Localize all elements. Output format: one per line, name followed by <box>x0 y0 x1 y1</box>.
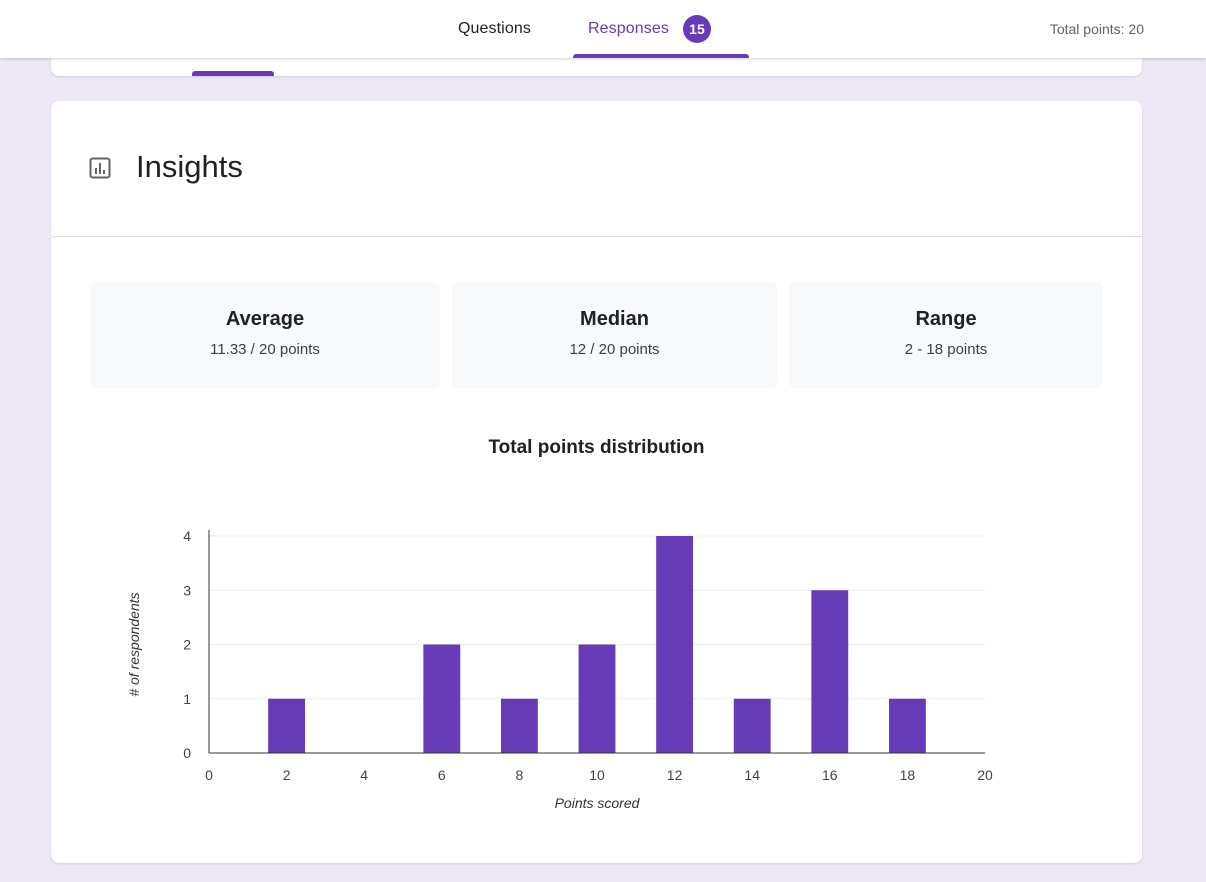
x-tick-label: 18 <box>900 767 916 783</box>
x-tick-label: 6 <box>438 767 446 783</box>
x-axis-title: Points scored <box>555 795 641 811</box>
points-distribution-chart: 012340 2 4 6 8 10 12 14 16 18 20Points scored# of … <box>126 528 993 811</box>
x-tick-label: 10 <box>589 767 605 783</box>
x-tick-label: 4 <box>360 767 368 783</box>
y-tick-label: 1 <box>183 691 191 707</box>
bar <box>656 536 694 753</box>
tab-responses[interactable]: Responses 15 <box>588 0 711 58</box>
y-tick-label: 0 <box>183 745 191 761</box>
top-tab-bar: Questions Responses 15 Total points: 20 <box>0 0 1206 58</box>
tab-questions-label: Questions <box>458 20 531 37</box>
bar <box>733 698 771 753</box>
bar <box>811 590 849 753</box>
y-tick-label: 3 <box>183 582 191 598</box>
x-tick-label: 8 <box>516 767 524 783</box>
active-tab-indicator <box>573 54 749 58</box>
insights-card: Insights Average 11.33 / 20 points Media… <box>51 101 1142 863</box>
tab-responses-label: Responses <box>588 20 669 37</box>
previous-card-indicator <box>192 71 274 76</box>
bar <box>888 698 926 753</box>
tab-questions[interactable]: Questions <box>458 0 531 58</box>
x-tick-label: 12 <box>667 767 683 783</box>
bar <box>578 644 616 753</box>
x-tick-label: 16 <box>822 767 838 783</box>
y-axis-title: # of respondents <box>126 592 142 696</box>
y-tick-label: 4 <box>183 528 191 544</box>
bar <box>500 698 538 753</box>
x-tick-label: 0 <box>205 767 213 783</box>
bar <box>423 644 461 753</box>
x-tick-label: 2 <box>283 767 291 783</box>
responses-count-badge: 15 <box>682 15 711 43</box>
bar <box>268 698 306 753</box>
x-tick-label: 20 <box>977 767 993 783</box>
y-tick-label: 2 <box>183 637 191 653</box>
x-tick-label: 14 <box>744 767 760 783</box>
total-points-label: Total points: 20 <box>1049 21 1144 37</box>
